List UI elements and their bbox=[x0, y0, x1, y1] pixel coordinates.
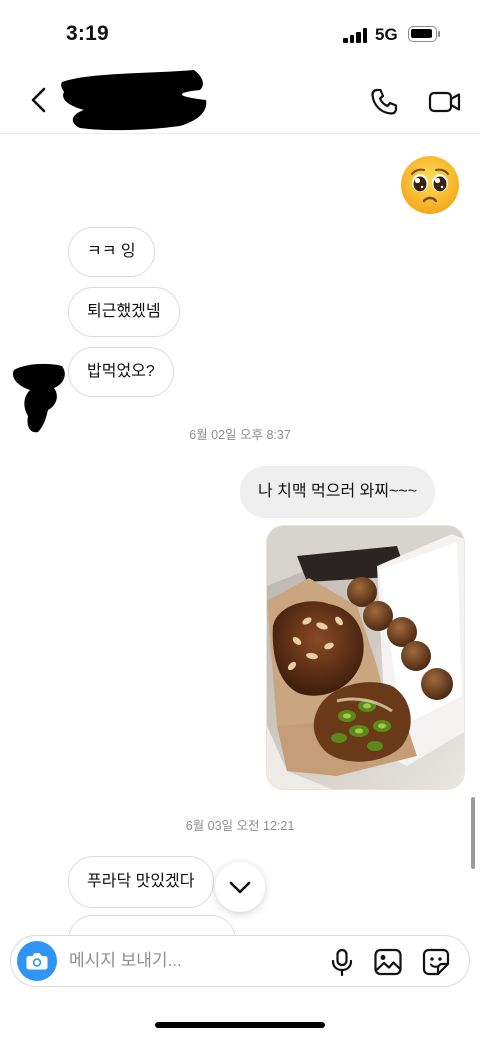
sticker-button[interactable] bbox=[421, 947, 451, 977]
sticker-icon bbox=[422, 948, 450, 976]
video-camera-icon bbox=[428, 91, 461, 113]
chevron-down-icon bbox=[229, 881, 251, 894]
contact-name-redacted[interactable] bbox=[60, 70, 208, 132]
signal-icon bbox=[343, 27, 367, 43]
incoming-message[interactable]: 밥먹었오? bbox=[68, 347, 174, 397]
network-label: 5G bbox=[375, 25, 398, 44]
status-time: 3:19 bbox=[66, 22, 109, 45]
camera-button[interactable] bbox=[17, 941, 57, 981]
pleading-face-icon[interactable] bbox=[400, 155, 460, 215]
outgoing-message[interactable]: 나 치맥 먹으러 와찌~~~ bbox=[240, 466, 436, 518]
message-composer bbox=[10, 935, 470, 987]
chat-header bbox=[0, 70, 480, 134]
photo-message[interactable] bbox=[266, 525, 465, 790]
voice-message-button[interactable] bbox=[329, 948, 355, 977]
incoming-message[interactable]: ㅋㅋ 잉 bbox=[68, 227, 155, 277]
scrollbar[interactable] bbox=[471, 797, 475, 869]
image-gallery-icon bbox=[374, 948, 402, 976]
message-input[interactable] bbox=[69, 945, 319, 977]
message-timestamp: 6월 02일 오후 8:37 bbox=[189, 428, 291, 442]
scroll-to-bottom-button[interactable] bbox=[215, 862, 265, 912]
status-bar: 3:19 5G bbox=[0, 0, 480, 70]
incoming-message[interactable]: 퇴근했겠넴 bbox=[68, 287, 180, 337]
microphone-icon bbox=[331, 948, 353, 977]
back-chevron-icon bbox=[31, 87, 46, 113]
incoming-message[interactable]: 푸라닥 맛있겠다 bbox=[68, 856, 214, 908]
battery-icon bbox=[408, 26, 437, 42]
phone-icon bbox=[371, 88, 398, 115]
voice-call-button[interactable] bbox=[368, 86, 400, 118]
camera-icon bbox=[26, 953, 48, 970]
video-call-button[interactable] bbox=[428, 86, 462, 118]
gallery-button[interactable] bbox=[373, 947, 403, 977]
message-timestamp: 6월 03일 오전 12:21 bbox=[185, 819, 295, 833]
back-button[interactable] bbox=[26, 84, 54, 116]
home-indicator[interactable] bbox=[155, 1022, 325, 1028]
